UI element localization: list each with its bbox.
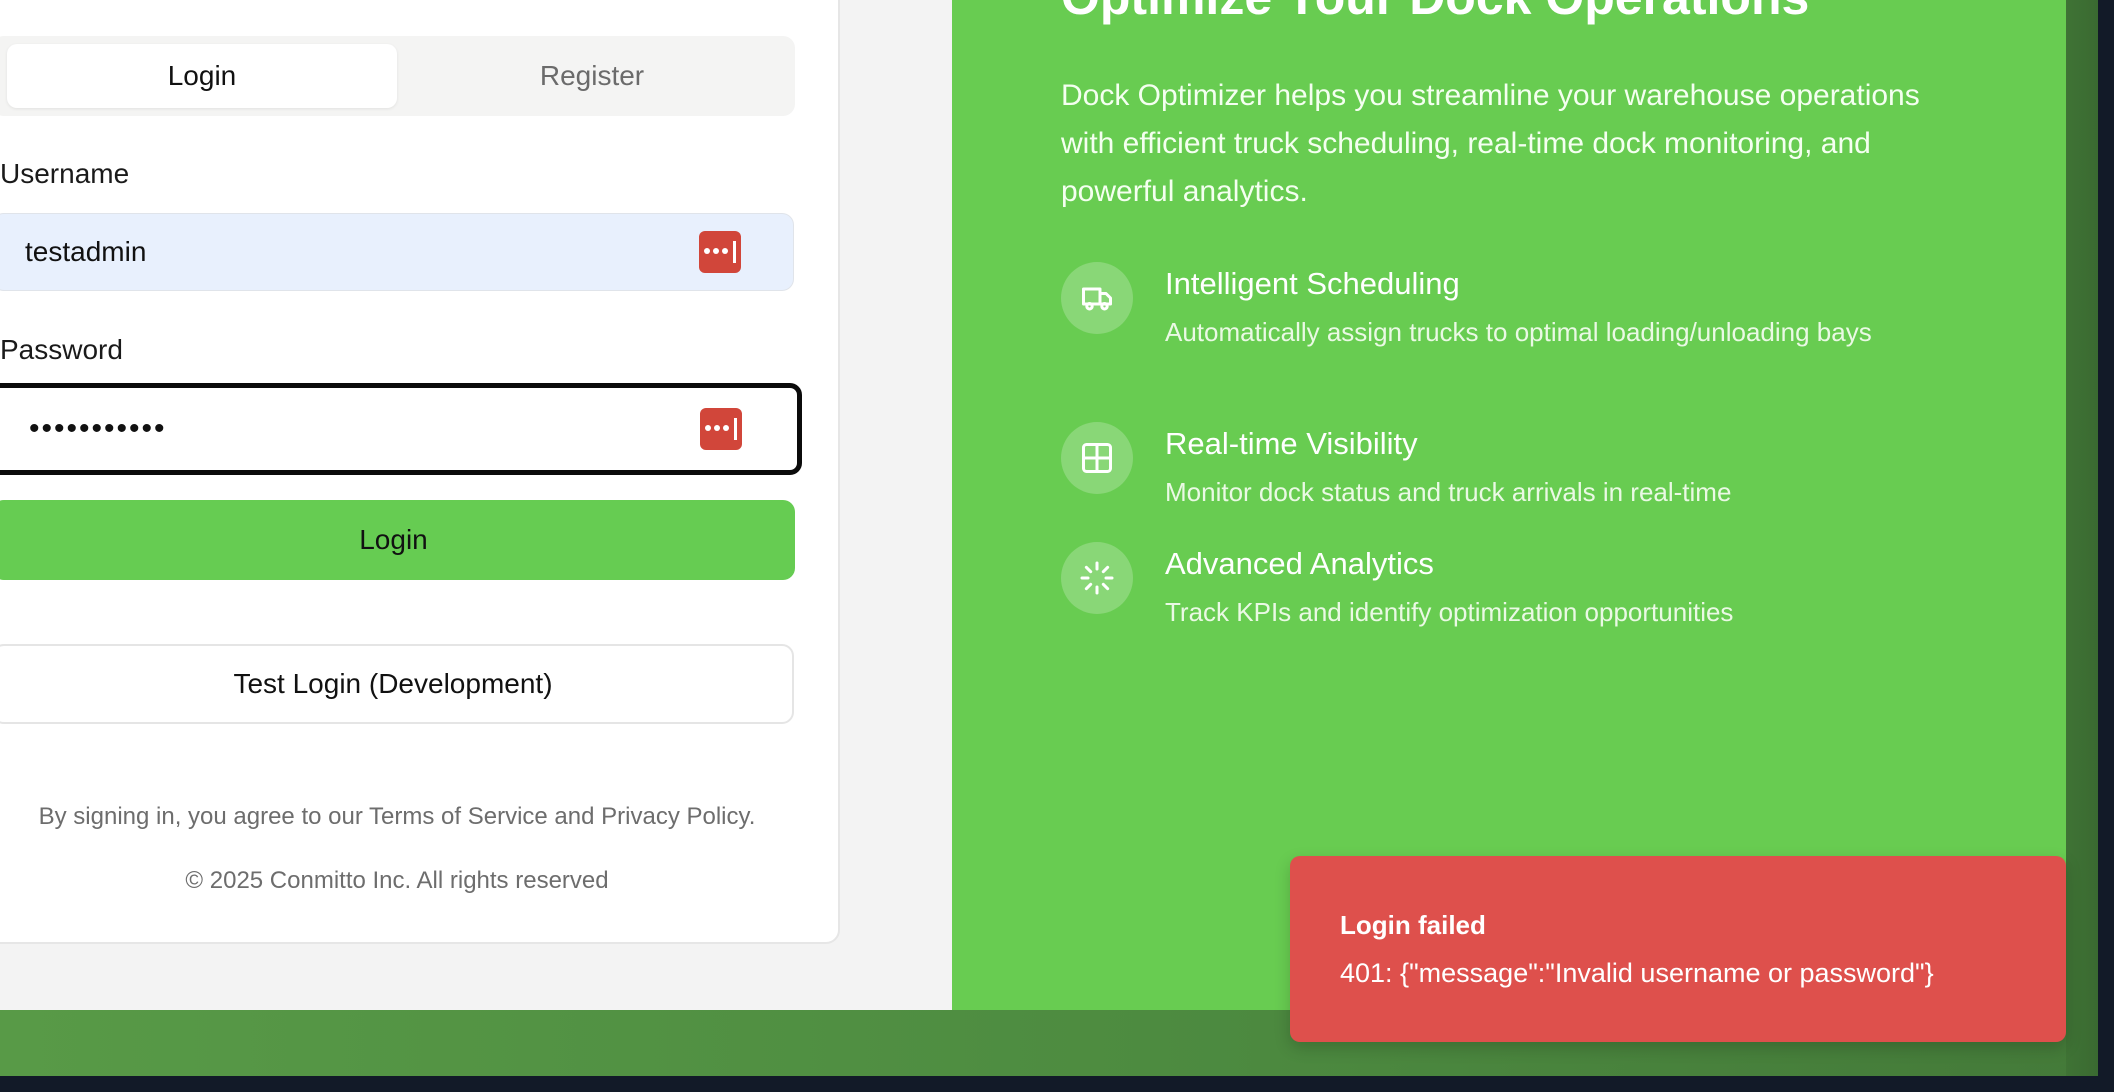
auth-pane: Login Register Username testadmin Passwo… bbox=[0, 0, 952, 1010]
truck-icon bbox=[1061, 262, 1133, 334]
feature-description: Monitor dock status and truck arrivals i… bbox=[1165, 477, 1732, 507]
feature-description: Automatically assign trucks to optimal l… bbox=[1165, 317, 1872, 347]
terms-notice: By signing in, you agree to our Terms of… bbox=[38, 803, 756, 830]
feature-title: Advanced Analytics bbox=[1165, 546, 1434, 581]
toast-message: 401: {"message":"Invalid username or pas… bbox=[1340, 958, 1934, 988]
tab-login[interactable]: Login bbox=[7, 44, 397, 108]
right-edge-shadow bbox=[2066, 0, 2098, 1076]
test-login-button[interactable]: Test Login (Development) bbox=[0, 644, 794, 724]
feature-title: Real-time Visibility bbox=[1165, 426, 1418, 461]
login-button[interactable]: Login bbox=[0, 500, 795, 580]
username-field[interactable]: testadmin bbox=[0, 213, 794, 291]
auth-card: Login Register Username testadmin Passwo… bbox=[0, 0, 840, 944]
feature-title: Intelligent Scheduling bbox=[1165, 266, 1460, 301]
copyright: © 2025 Conmitto Inc. All rights reserved bbox=[185, 867, 609, 894]
auth-tabs: Login Register bbox=[0, 36, 795, 116]
loader-icon bbox=[1061, 542, 1133, 614]
password-manager-icon[interactable] bbox=[699, 231, 741, 273]
feature-description: Track KPIs and identify optimization opp… bbox=[1165, 597, 1734, 627]
password-label: Password bbox=[0, 334, 123, 365]
app-screen: Login Register Username testadmin Passwo… bbox=[0, 0, 2114, 1092]
error-toast[interactable]: Login failed 401: {"message":"Invalid us… bbox=[1290, 856, 2066, 1042]
layout-grid-icon bbox=[1061, 422, 1133, 494]
toast-title: Login failed bbox=[1340, 910, 1486, 940]
password-value: ••••••••••• bbox=[29, 412, 167, 445]
hero-title: Optimize Your Dock Operations bbox=[1061, 0, 1809, 26]
tab-register[interactable]: Register bbox=[397, 44, 787, 108]
password-field[interactable]: ••••••••••• bbox=[0, 383, 802, 475]
password-manager-icon[interactable] bbox=[700, 408, 742, 450]
username-value: testadmin bbox=[25, 236, 147, 267]
hero-description: Dock Optimizer helps you streamline your… bbox=[1061, 79, 1920, 208]
username-label: Username bbox=[0, 158, 130, 189]
